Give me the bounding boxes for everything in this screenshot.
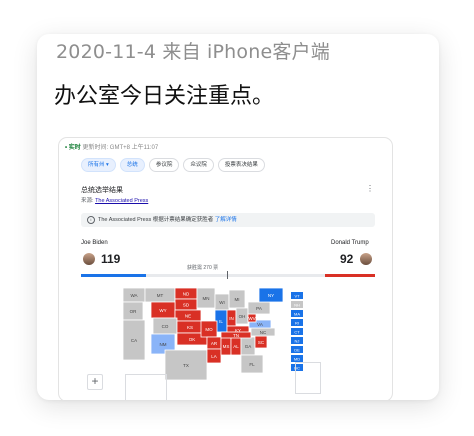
state-label-ms: MS: [223, 344, 230, 349]
state-label-sc: SC: [258, 340, 265, 345]
state-label-co: CO: [162, 324, 169, 329]
info-icon: i: [87, 215, 95, 224]
state-label-va: VA: [257, 322, 263, 327]
state-label-ne: NE: [185, 314, 191, 319]
state-label-nm: NM: [160, 342, 167, 347]
state-label-tn: TN: [233, 333, 239, 338]
state-box-label-vt: VT: [294, 293, 300, 298]
source-label: 来源:: [81, 198, 94, 204]
source-line: 来源: The Associated Press: [81, 196, 148, 204]
state-box-label-ri: RI: [295, 320, 299, 325]
state-label-wy: WY: [159, 308, 166, 313]
state-box-label-nh: NH: [294, 302, 300, 307]
learn-more-link[interactable]: 了解详情: [215, 217, 237, 223]
hawaii-inset: [295, 362, 321, 394]
state-label-sd: SD: [183, 303, 190, 308]
state-box-label-ct: CT: [294, 329, 300, 334]
state-label-wi: WI: [219, 300, 225, 305]
zoom-in-button[interactable]: +: [87, 374, 103, 390]
trump-avatar: [360, 253, 372, 265]
state-label-ar: AR: [211, 341, 218, 346]
live-indicator: • 实时: [65, 145, 81, 151]
update-time: 更新时间: GMT+8 上午11:07: [82, 145, 159, 151]
more-options-icon[interactable]: ⋮: [366, 184, 374, 193]
embedded-screenshot[interactable]: • 实时 更新时间: GMT+8 上午11:07 所有州 ▾ 总统 参议院 众议院 投票…: [58, 137, 393, 400]
state-label-ny: NY: [268, 293, 274, 298]
candidate-left-name: Joe Biden: [81, 240, 108, 246]
post-card: 2020-11-4 来自 iPhone客户端 办公室今日关注重点。 • 实时 更…: [37, 34, 439, 400]
state-box-label-md: MD: [294, 356, 300, 361]
state-label-mt: MT: [157, 293, 164, 298]
tab-2[interactable]: 参议院: [148, 158, 180, 172]
tab-1[interactable]: 总统: [119, 158, 145, 172]
candidate-right-votes: 92: [340, 252, 354, 266]
state-label-or: OR: [130, 309, 138, 314]
post-meta: 2020-11-4 来自 iPhone客户端: [56, 41, 330, 63]
state-label-la: LA: [211, 354, 217, 359]
result-tabs: 所有州 ▾ 总统 参议院 众议院 投票表决结果: [81, 158, 265, 172]
alaska-inset: [125, 374, 167, 400]
state-label-in: IN: [229, 316, 234, 321]
notice-text: The Associated Press 根据计票结果确定获胜者: [98, 217, 214, 223]
needed-to-win: 获胜需 270 票: [187, 265, 219, 271]
state-label-nc: NC: [260, 330, 267, 335]
state-label-ok: OK: [189, 337, 196, 342]
state-label-wa: WA: [130, 293, 137, 298]
state-label-pa: PA: [256, 306, 262, 311]
tab-3[interactable]: 众议院: [183, 158, 214, 172]
state-label-fl: FL: [249, 362, 255, 367]
post-text: 办公室今日关注重点。: [54, 84, 275, 109]
tab-0[interactable]: 所有州 ▾: [81, 158, 116, 172]
source-link[interactable]: The Associated Press: [95, 198, 148, 204]
candidate-left-votes: 119: [101, 252, 121, 266]
state-box-label-de: DE: [294, 347, 300, 352]
state-label-al: AL: [233, 344, 239, 349]
update-status: • 实时 更新时间: GMT+8 上午11:07: [65, 142, 158, 151]
biden-avatar: [83, 253, 95, 265]
state-label-ga: GA: [245, 344, 252, 349]
state-label-ks: KS: [187, 325, 193, 330]
biden-bar-fill: [81, 274, 146, 277]
electoral-vote-bar: [81, 271, 375, 279]
state-label-ca: CA: [131, 338, 137, 343]
state-label-mn: MN: [203, 296, 210, 301]
ap-notice: i The Associated Press 根据计票结果确定获胜者 了解详情: [81, 213, 375, 227]
results-title: 总统选举结果: [81, 187, 123, 194]
state-box-label-nj: NJ: [295, 338, 300, 343]
tab-4[interactable]: 投票表决结果: [217, 158, 265, 172]
state-label-mi: MI: [235, 297, 240, 302]
state-label-wv: WV: [248, 316, 255, 321]
state-label-il: IL: [219, 319, 223, 324]
state-label-mo: MO: [205, 327, 213, 332]
state-label-nd: ND: [183, 292, 190, 297]
trump-bar-fill: [325, 274, 375, 277]
candidate-right-name: Donald Trump: [331, 240, 369, 246]
state-label-tx: TX: [183, 363, 189, 368]
state-box-label-ma: MA: [294, 311, 300, 316]
threshold-marker: [227, 271, 228, 279]
state-label-oh: OH: [239, 314, 246, 319]
